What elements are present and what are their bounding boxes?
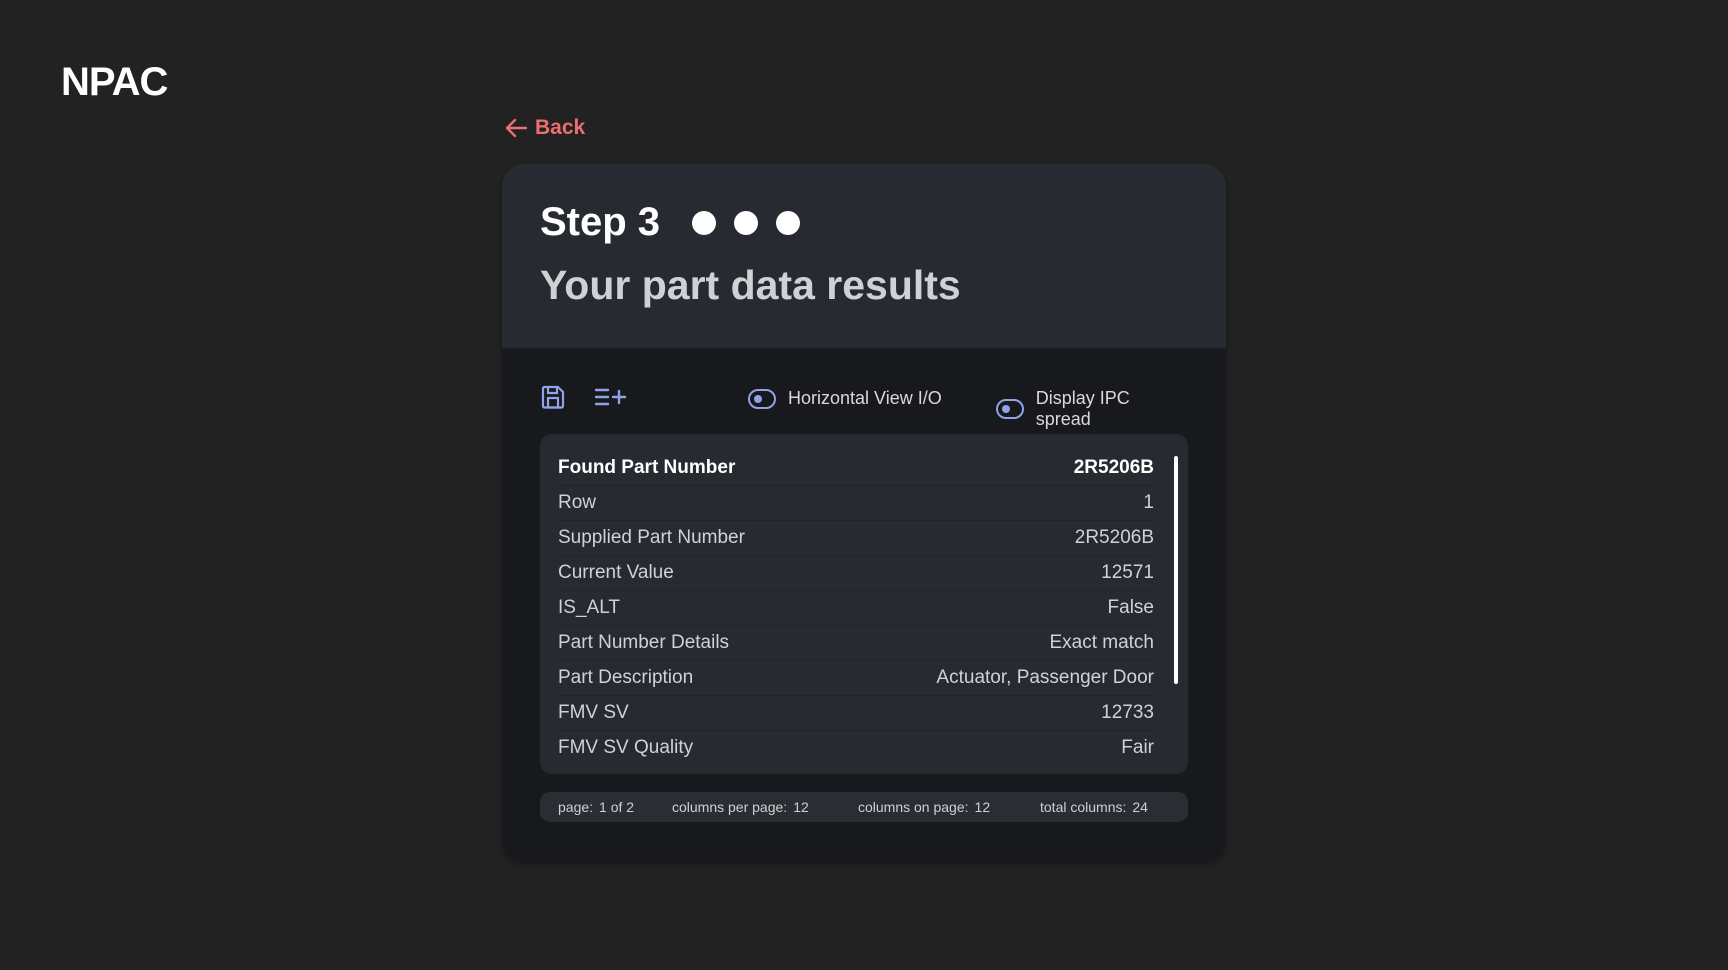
save-icon[interactable] <box>540 384 566 415</box>
status-value: 1 of 2 <box>599 799 635 815</box>
status-label: columns on page: <box>858 799 969 815</box>
table-row: Part Description Actuator, Passenger Doo… <box>558 661 1154 696</box>
toggle-label: Horizontal View I/O <box>788 388 942 408</box>
row-value: Actuator, Passenger Door <box>936 667 1154 688</box>
status-columns-per-page: columns per page: 12 <box>672 799 809 815</box>
table-row: FMV SV Quality Fair <box>558 731 1154 765</box>
row-value: 2R5206B <box>1074 527 1154 548</box>
row-label: Current Value <box>558 562 674 583</box>
table-row: Current Value 12571 <box>558 556 1154 591</box>
status-value: 12 <box>793 799 809 815</box>
app-logo: NPAC <box>61 60 168 104</box>
row-value: Fair <box>1121 737 1154 758</box>
row-value: 12733 <box>1101 702 1154 723</box>
table-row: FMV SV 12733 <box>558 696 1154 731</box>
row-value: Exact match <box>1049 632 1154 653</box>
step-progress-dots <box>692 210 801 235</box>
arrow-left-icon <box>505 118 527 138</box>
step-dot <box>734 210 759 235</box>
status-label: page: <box>558 799 594 815</box>
card-header: Step 3 Your part data results <box>502 164 1226 350</box>
table-row: Supplied Part Number 2R5206B <box>558 521 1154 556</box>
table-row: Row 1 <box>558 486 1154 521</box>
row-label: Supplied Part Number <box>558 527 745 548</box>
status-label: columns per page: <box>672 799 788 815</box>
row-label: FMV SV <box>558 702 629 723</box>
toggle-horizontal-view[interactable]: Horizontal View I/O <box>748 388 942 409</box>
status-total-columns: total columns: 24 <box>1040 799 1148 815</box>
row-label: Part Description <box>558 667 694 688</box>
row-value: 12571 <box>1101 562 1154 583</box>
results-toolbar: Horizontal View I/O Display IPC spread <box>540 384 1188 429</box>
table-header-row: Found Part Number 2R5206B <box>558 451 1154 486</box>
table-scrollbar[interactable] <box>1174 456 1178 684</box>
toggle-switch-icon[interactable] <box>748 388 776 409</box>
toggle-ipc-spread[interactable]: Display IPC spread <box>996 388 1188 430</box>
list-add-icon[interactable] <box>594 384 628 415</box>
back-button[interactable]: Back <box>505 116 585 140</box>
back-label: Back <box>535 116 586 139</box>
row-label: Found Part Number <box>558 457 736 478</box>
status-label: total columns: <box>1040 799 1127 815</box>
table-row: IS_ALT False <box>558 591 1154 626</box>
status-value: 24 <box>1132 799 1148 815</box>
step-dot <box>776 210 801 235</box>
row-value: 2R5206B <box>1073 457 1154 478</box>
status-value: 12 <box>974 799 991 815</box>
table-row: Part Number Details Exact match <box>558 626 1154 661</box>
row-value: False <box>1107 597 1154 618</box>
toggle-label: Display IPC spread <box>1035 388 1130 429</box>
pagination-status-bar: page: 1 of 2 columns per page: 12 columns … <box>540 792 1188 822</box>
results-card: Step 3 Your part data results Horizontal <box>502 164 1226 862</box>
step-title: Step 3 <box>540 200 661 244</box>
row-label: Row <box>558 492 597 513</box>
row-value: 1 <box>1143 492 1154 513</box>
page-subtitle: Your part data results <box>540 262 961 308</box>
toggle-switch-icon[interactable] <box>996 399 1024 419</box>
row-label: IS_ALT <box>558 597 620 618</box>
row-label: Part Number Details <box>558 632 730 653</box>
row-label: FMV SV Quality <box>558 737 694 758</box>
status-columns-on-page: columns on page: 12 <box>858 799 990 815</box>
step-dot <box>692 210 717 235</box>
status-page: page: 1 of 2 <box>558 799 634 815</box>
part-data-table: Found Part Number 2R5206B Row 1 Supplied… <box>540 434 1188 774</box>
